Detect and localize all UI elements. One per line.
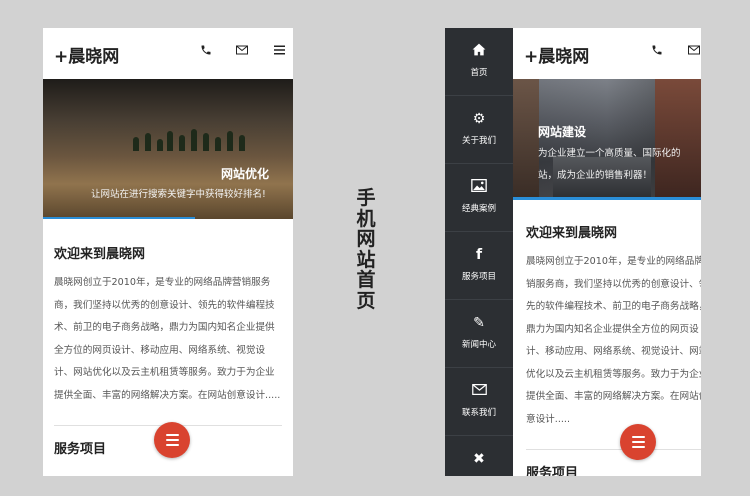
hero-title: 网站优化 — [221, 167, 270, 181]
mail-icon[interactable] — [687, 44, 701, 58]
menu-icon[interactable] — [272, 44, 286, 58]
menu-item-services[interactable]: f 服务项目 — [445, 232, 513, 300]
tree-line-decoration — [123, 127, 263, 151]
gear-icon: ⚙ — [472, 111, 486, 127]
menu-label: 新闻中心 — [461, 340, 496, 350]
divider — [526, 449, 701, 450]
home-icon — [445, 43, 513, 59]
welcome-paragraph: 晨晓网创立于2010年，是专业的网络品牌营销服务商，我们坚持以优秀的创意设计、领… — [526, 256, 701, 425]
caption-vertical: 手机网站首页 — [356, 187, 376, 312]
mail-icon — [445, 383, 513, 399]
right-phone-screen: 首页 ⚙ 关于我们 经典案例 f 服务项目 ✎ 新闻中心 联系我们 ✖ +晨晓网… — [445, 28, 701, 476]
site-logo[interactable]: +晨晓网 — [54, 42, 119, 67]
menu-item-cases[interactable]: 经典案例 — [445, 164, 513, 232]
menu-fab-button[interactable] — [154, 422, 190, 458]
hero-subtitle-line2: 站，成为企业的销售利器！ — [538, 170, 653, 181]
hero-progress-bar — [513, 197, 701, 200]
image-icon — [445, 179, 513, 195]
welcome-title: 欢迎来到晨晓网 — [54, 247, 146, 262]
welcome-paragraph: 晨晓网创立于2010年，是专业的网络品牌营销服务商，我们坚持以优秀的创意设计、领… — [54, 277, 281, 401]
menu-item-news[interactable]: ✎ 新闻中心 — [445, 300, 513, 368]
phone-icon[interactable] — [650, 44, 664, 58]
mail-icon[interactable] — [235, 44, 249, 58]
welcome-title: 欢迎来到晨晓网 — [526, 226, 618, 241]
services-title: 服务项目 — [526, 466, 579, 476]
menu-item-contact[interactable]: 联系我们 — [445, 368, 513, 436]
left-phone-screen: +晨晓网 网站优化 让网站在进行搜索关键字中获得较好排名! 欢迎来到晨晓网 晨晓… — [43, 28, 293, 476]
hero-banner[interactable]: 网站建设 为企业建立一个高质量、国际化的 站，成为企业的销售利器！ — [513, 79, 701, 197]
site-logo[interactable]: +晨晓网 — [524, 42, 589, 67]
facebook-icon: f — [475, 247, 483, 263]
menu-item-home[interactable]: 首页 — [445, 28, 513, 96]
menu-item-about[interactable]: ⚙ 关于我们 — [445, 96, 513, 164]
right-page-content: +晨晓网 网站建设 为企业建立一个高质量、国际化的 站，成为企业的销售利器！ 欢… — [513, 28, 701, 476]
menu-label: 关于我们 — [461, 136, 496, 146]
menu-label: 联系我们 — [461, 408, 496, 418]
hero-progress-bar — [43, 217, 195, 219]
header: +晨晓网 — [513, 28, 701, 79]
pencil-icon: ✎ — [473, 315, 485, 331]
close-icon: ✖ — [473, 451, 485, 467]
hero-title: 网站建设 — [538, 125, 587, 139]
menu-label: 服务项目 — [461, 272, 496, 282]
menu-label: 首页 — [470, 68, 488, 78]
header: +晨晓网 — [43, 28, 293, 79]
menu-fab-button[interactable] — [620, 424, 656, 460]
menu-label: 经典案例 — [461, 204, 496, 214]
phone-icon[interactable] — [199, 44, 213, 58]
main-content: 欢迎来到晨晓网 晨晓网创立于2010年，是专业的网络品牌营销服务商，我们坚持以优… — [513, 222, 701, 476]
hero-subtitle: 让网站在进行搜索关键字中获得较好排名! — [91, 189, 266, 200]
side-menu: 首页 ⚙ 关于我们 经典案例 f 服务项目 ✎ 新闻中心 联系我们 ✖ — [445, 28, 513, 476]
hero-banner[interactable]: 网站优化 让网站在进行搜索关键字中获得较好排名! — [43, 79, 293, 219]
menu-item-close[interactable]: ✖ — [445, 436, 513, 476]
hero-subtitle-line1: 为企业建立一个高质量、国际化的 — [538, 148, 681, 159]
